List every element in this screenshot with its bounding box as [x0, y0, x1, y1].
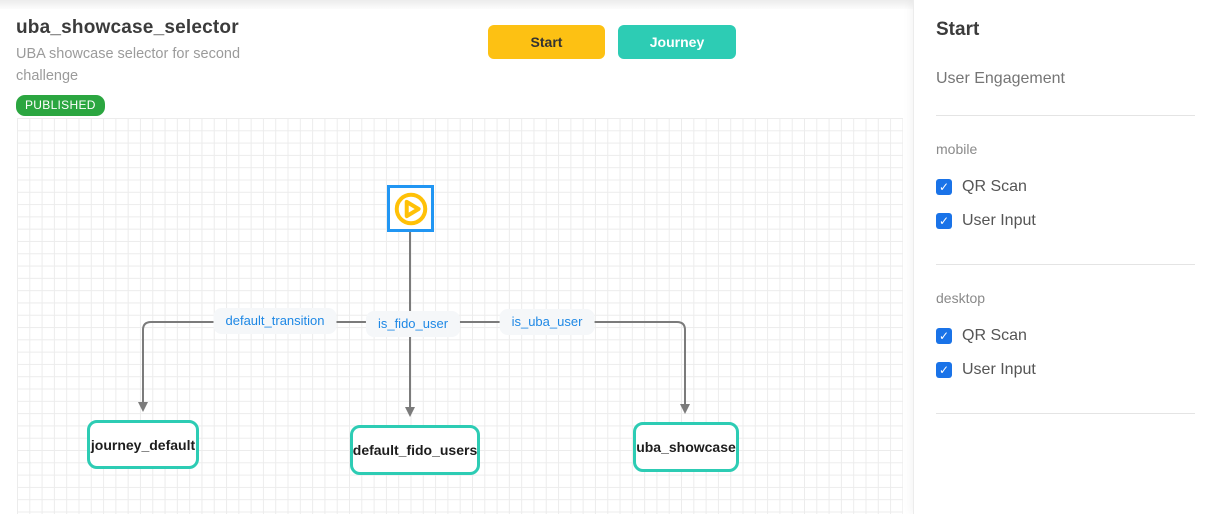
checkbox-label: User Input [962, 361, 1036, 379]
option-row-mobile-user-input: User Input [936, 212, 1195, 230]
section-label-mobile: mobile [936, 141, 1195, 157]
option-row-desktop-qr-scan: QR Scan [936, 327, 1195, 345]
panel-subtitle: User Engagement [936, 70, 1195, 88]
node-default-fido-users[interactable]: default_fido_users [350, 425, 480, 475]
checkbox-mobile-user-input[interactable] [936, 213, 952, 229]
divider [936, 115, 1195, 116]
flow-canvas[interactable]: default_transition is_fido_user is_uba_u… [17, 118, 903, 514]
checkbox-label: QR Scan [962, 178, 1027, 196]
option-row-desktop-user-input: User Input [936, 361, 1195, 379]
option-row-mobile-qr-scan: QR Scan [936, 178, 1195, 196]
checkbox-mobile-qr-scan[interactable] [936, 179, 952, 195]
divider [936, 264, 1195, 265]
edge-label-default-transition[interactable]: default_transition [213, 308, 336, 334]
node-journey-default[interactable]: journey_default [87, 420, 199, 469]
status-badge: PUBLISHED [16, 95, 105, 116]
checkbox-label: User Input [962, 212, 1036, 230]
journey-node-button[interactable]: Journey [618, 25, 736, 59]
properties-panel: Start User Engagement mobile QR Scan Use… [913, 0, 1217, 514]
edge-label-is-uba-user[interactable]: is_uba_user [500, 309, 595, 335]
play-icon [392, 190, 430, 228]
edge-label-is-fido-user[interactable]: is_fido_user [366, 311, 460, 337]
journey-header: uba_showcase_selector UBA showcase selec… [16, 17, 266, 116]
checkbox-label: QR Scan [962, 327, 1027, 345]
start-node[interactable] [387, 185, 434, 232]
section-mobile: mobile QR Scan User Input [936, 141, 1195, 230]
section-label-desktop: desktop [936, 290, 1195, 306]
node-uba-showcase[interactable]: uba_showcase [633, 422, 739, 472]
divider [936, 413, 1195, 414]
page-subtitle: UBA showcase selector for second challen… [16, 44, 252, 88]
panel-title: Start [936, 19, 1195, 41]
checkbox-desktop-qr-scan[interactable] [936, 328, 952, 344]
start-node-button[interactable]: Start [488, 25, 605, 59]
page-title: uba_showcase_selector [16, 17, 266, 39]
checkbox-desktop-user-input[interactable] [936, 362, 952, 378]
section-desktop: desktop QR Scan User Input [936, 290, 1195, 379]
